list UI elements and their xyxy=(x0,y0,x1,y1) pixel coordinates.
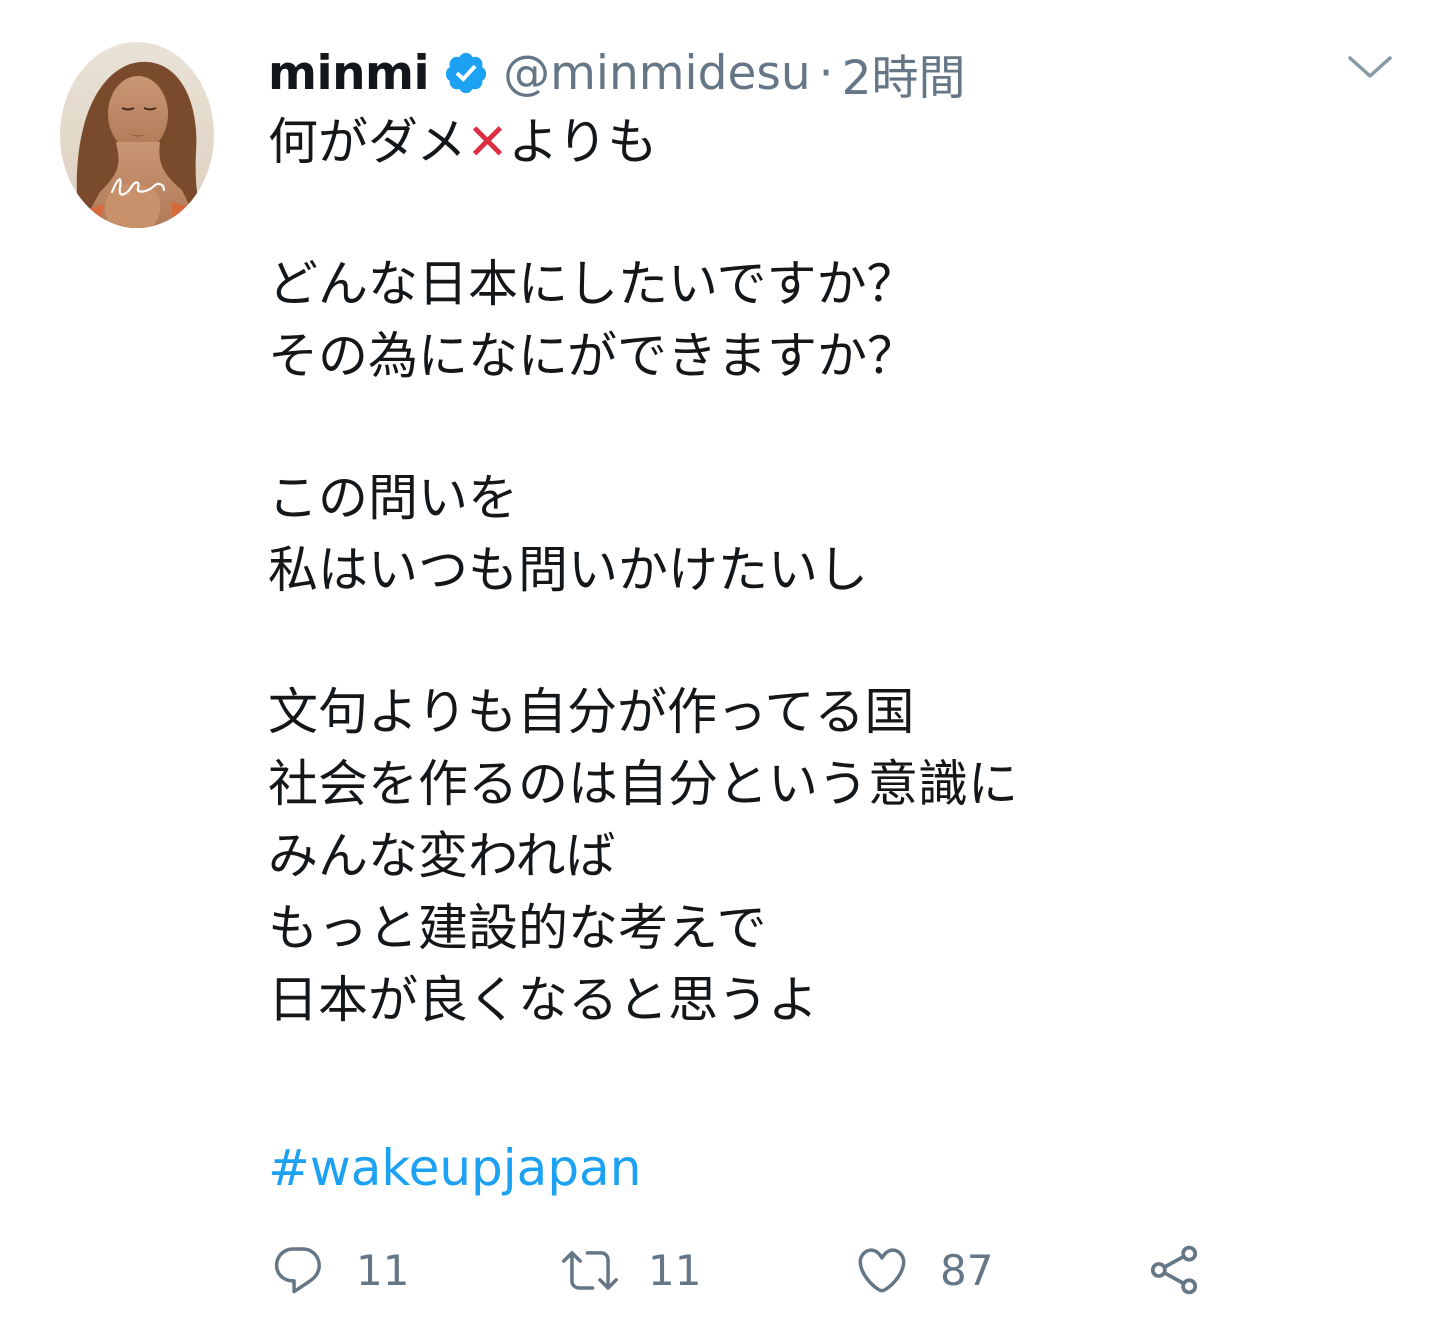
tweet-actions: 11 11 87 xyxy=(270,1238,1230,1302)
like-count: 87 xyxy=(940,1245,994,1295)
retweet-button[interactable]: 11 xyxy=(562,1238,701,1302)
reply-icon xyxy=(274,1247,321,1294)
tweet-text: 何がダメ✕よりも どんな日本にしたいですか？ その為になにができますか？ この問… xyxy=(268,106,1388,1204)
avatar[interactable] xyxy=(60,42,214,228)
reply-count: 11 xyxy=(356,1245,410,1295)
author-handle[interactable]: @minmidesu xyxy=(503,46,811,101)
tweet-line: この問いを xyxy=(268,469,518,527)
retweet-icon xyxy=(562,1251,618,1290)
hashtag-link[interactable]: #wakeupjapan xyxy=(268,1132,1388,1204)
avatar-photo xyxy=(60,42,214,228)
share-icon xyxy=(1150,1245,1198,1295)
tweet-line: もっと建設的な考えで xyxy=(268,899,767,957)
tweet-header: minmi @minmidesu · 2時間 xyxy=(268,38,966,108)
tweet-line-text: よりも xyxy=(508,113,658,171)
tweet-line: その為になにができますか？ xyxy=(268,327,917,385)
tweet-line: 何がダメ✕よりも xyxy=(268,106,1388,178)
tweet-timestamp[interactable]: 2時間 xyxy=(842,39,966,108)
cross-mark-icon: ✕ xyxy=(466,113,509,171)
tweet-line: 私はいつも問いかけたいし xyxy=(268,541,868,599)
tweet-line: 文句よりも自分が作ってる国 xyxy=(268,683,915,741)
share-button[interactable] xyxy=(1146,1238,1202,1302)
like-button[interactable]: 87 xyxy=(854,1238,993,1302)
chevron-down-icon[interactable] xyxy=(1344,48,1396,84)
retweet-count: 11 xyxy=(648,1245,702,1295)
verified-badge-icon xyxy=(443,50,489,96)
heart-icon xyxy=(858,1248,906,1293)
author-display-name[interactable]: minmi xyxy=(268,46,430,101)
tweet-line-text: 何がダメ xyxy=(268,113,467,171)
reply-button[interactable]: 11 xyxy=(270,1238,409,1302)
separator-dot: · xyxy=(818,45,834,101)
tweet-line: 日本が良くなると思うよ xyxy=(268,971,818,1029)
tweet-line: 社会を作るのは自分という意識に xyxy=(268,755,1018,813)
tweet-line: みんな変われば xyxy=(268,827,616,885)
tweet-line: どんな日本にしたいですか？ xyxy=(268,255,917,313)
